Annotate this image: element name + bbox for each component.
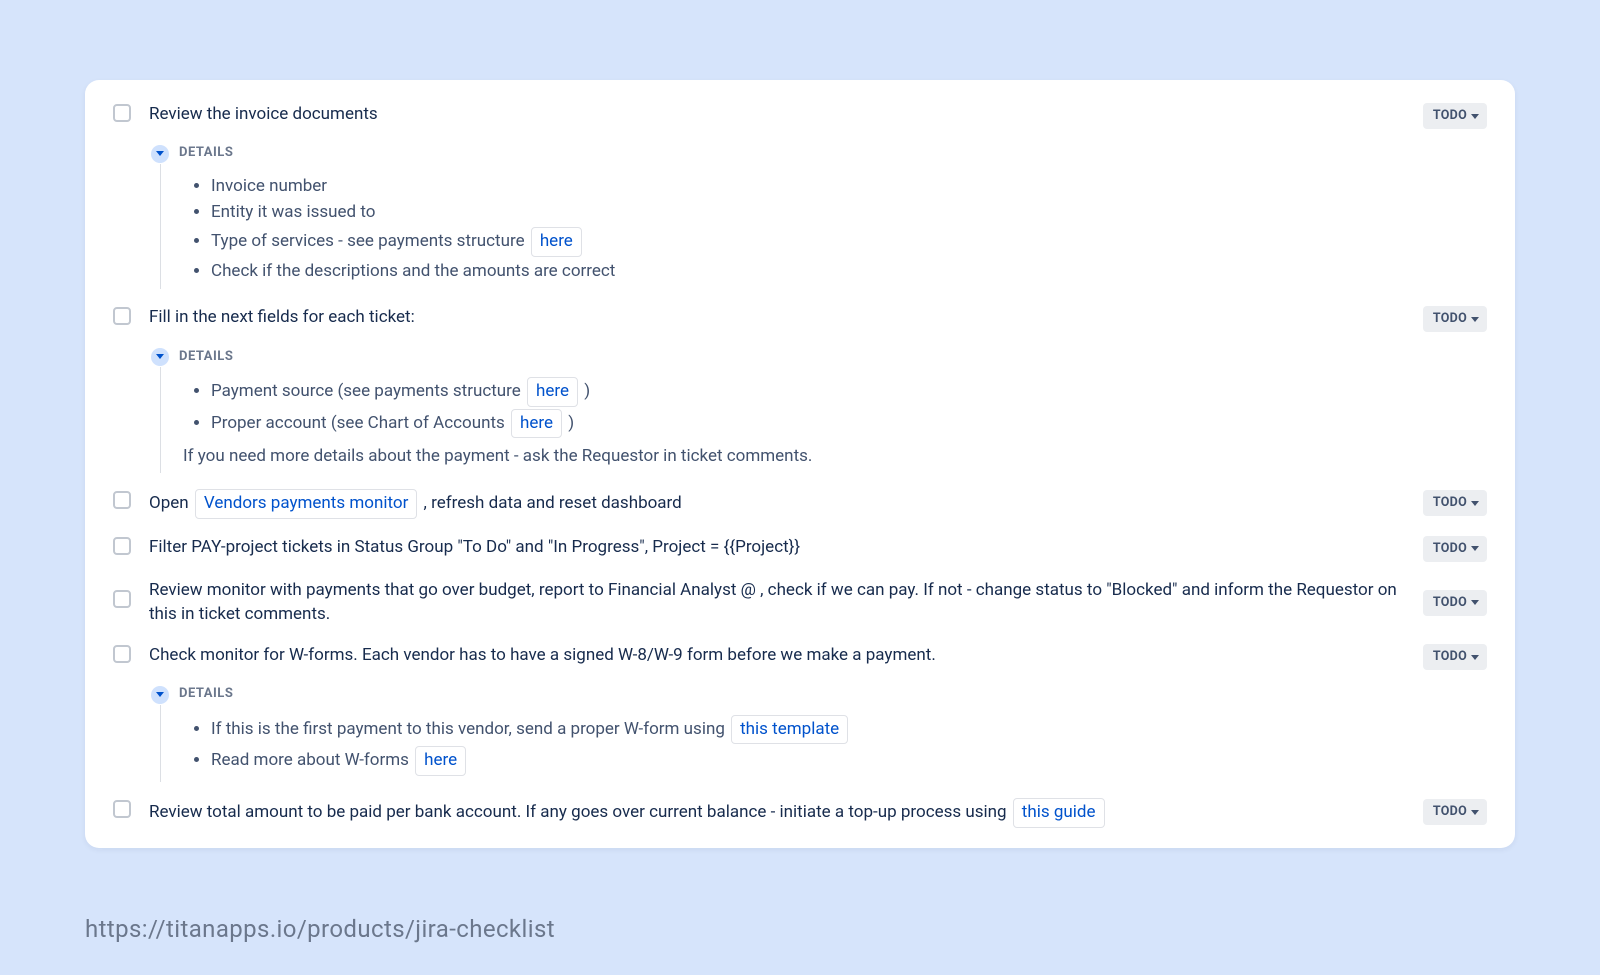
inline-link[interactable]: this guide [1013,798,1105,828]
detail-bullet: Read more about W-forms here [211,746,1487,776]
checkbox[interactable] [113,590,131,608]
item-title: Review the invoice documents [149,102,1403,127]
detail-bullet: Type of services - see payments structur… [211,227,1487,257]
details-toggle-row[interactable]: DETAILS [151,685,233,704]
checklist-item: Open Vendors payments monitor , refresh … [113,489,1487,519]
details-label: DETAILS [179,144,233,163]
checklist-item: Review total amount to be paid per bank … [113,798,1487,828]
detail-bullet: Check if the descriptions and the amount… [211,259,1487,284]
details-content: Invoice number Entity it was issued to T… [160,164,1487,290]
item-title: Check monitor for W-forms. Each vendor h… [149,643,1403,668]
detail-bullet: Entity it was issued to [211,200,1487,225]
checklist-item: Fill in the next fields for each ticket:… [113,305,1487,473]
chevron-down-icon [1471,546,1479,551]
chevron-down-icon [1471,810,1479,815]
inline-link[interactable]: this template [731,715,848,745]
chevron-down-icon [1471,600,1479,605]
status-badge[interactable]: TODO [1423,103,1487,129]
status-badge[interactable]: TODO [1423,644,1487,670]
chevron-down-icon [1471,655,1479,660]
item-title: Review monitor with payments that go ove… [149,578,1403,627]
status-text: TODO [1433,494,1467,512]
status-badge[interactable]: TODO [1423,306,1487,332]
details-content: If this is the first payment to this ven… [160,705,1487,782]
item-title: Open Vendors payments monitor , refresh … [149,489,1403,519]
expand-icon [151,145,169,163]
status-text: TODO [1433,803,1467,821]
detail-bullet: Invoice number [211,174,1487,199]
detail-bullet: Payment source (see payments structure h… [211,377,1487,407]
inline-link[interactable]: here [415,746,466,776]
checkbox[interactable] [113,104,131,122]
status-badge[interactable]: TODO [1423,490,1487,516]
details-toggle-row[interactable]: DETAILS [151,348,233,367]
inline-link[interactable]: here [511,409,562,439]
inline-link[interactable]: here [531,227,582,257]
checklist-item: Check monitor for W-forms. Each vendor h… [113,643,1487,782]
detail-note: If you need more details about the payme… [183,444,1487,469]
inline-link[interactable]: here [527,377,578,407]
item-title: Fill in the next fields for each ticket: [149,305,1403,330]
checklist-item: Filter PAY-project tickets in Status Gro… [113,535,1487,562]
checkbox[interactable] [113,491,131,509]
chevron-down-icon [1471,317,1479,322]
expand-icon [151,686,169,704]
checkbox[interactable] [113,307,131,325]
status-badge[interactable]: TODO [1423,536,1487,562]
checklist-item: Review the invoice documents TODO DETAIL… [113,102,1487,289]
status-text: TODO [1433,107,1467,125]
expand-icon [151,348,169,366]
checklist-item: Review monitor with payments that go ove… [113,578,1487,627]
checkbox[interactable] [113,645,131,663]
inline-link[interactable]: Vendors payments monitor [195,489,417,519]
status-badge[interactable]: TODO [1423,799,1487,825]
source-url: https://titanapps.io/products/jira-check… [85,912,1515,947]
checklist-card: Review the invoice documents TODO DETAIL… [85,80,1515,848]
checkbox[interactable] [113,800,131,818]
item-title: Review total amount to be paid per bank … [149,798,1403,828]
detail-bullet: Proper account (see Chart of Accounts he… [211,409,1487,439]
details-toggle-row[interactable]: DETAILS [151,144,233,163]
details-content: Payment source (see payments structure h… [160,367,1487,473]
details-label: DETAILS [179,685,233,704]
chevron-down-icon [1471,114,1479,119]
item-title: Filter PAY-project tickets in Status Gro… [149,535,1403,560]
status-text: TODO [1433,540,1467,558]
status-text: TODO [1433,594,1467,612]
detail-bullet: If this is the first payment to this ven… [211,715,1487,745]
details-label: DETAILS [179,348,233,367]
chevron-down-icon [1471,501,1479,506]
status-badge[interactable]: TODO [1423,590,1487,616]
status-text: TODO [1433,648,1467,666]
checkbox[interactable] [113,537,131,555]
status-text: TODO [1433,310,1467,328]
